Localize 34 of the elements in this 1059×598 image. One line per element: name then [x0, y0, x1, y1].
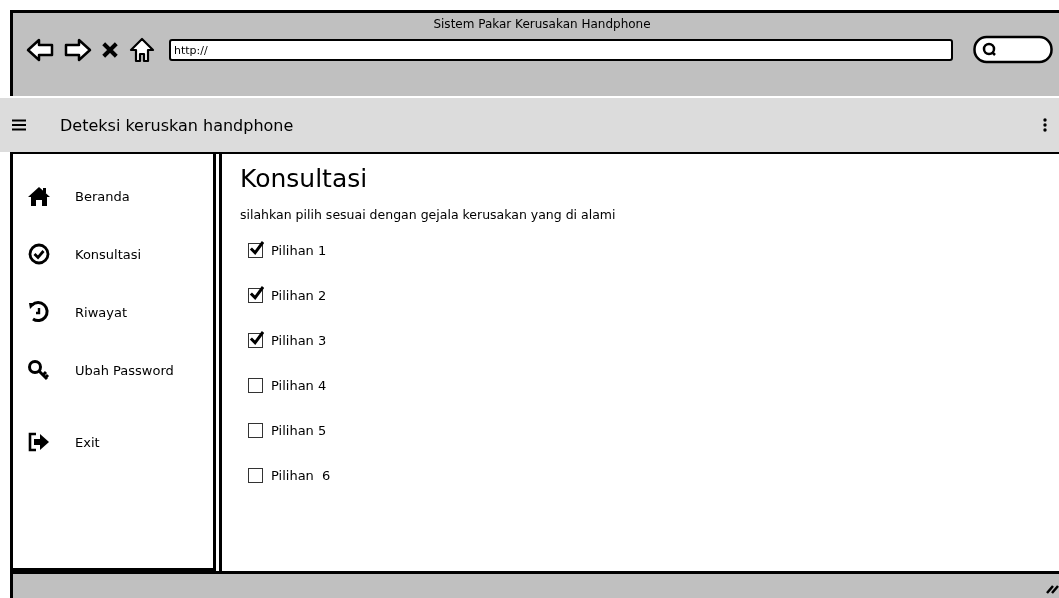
checkbox-option[interactable]: Pilihan 3 [240, 330, 327, 350]
sidebar-item[interactable]: Beranda [13, 182, 213, 210]
checkbox-option[interactable]: Pilihan 2 [240, 285, 327, 305]
home-icon[interactable] [127, 37, 157, 63]
checkbox[interactable] [248, 422, 263, 438]
check-circle-icon [27, 242, 51, 266]
close-icon[interactable] [101, 41, 119, 59]
window-title: Sistem Pakar Kerusakan Handphone [432, 17, 652, 31]
address-field[interactable]: http:// [169, 39, 953, 61]
checkbox[interactable] [248, 332, 263, 348]
menu-icon[interactable] [12, 119, 26, 131]
checkbox[interactable] [248, 467, 263, 483]
exit-icon [27, 430, 51, 454]
key-icon [27, 358, 51, 382]
app-title: Deteksi keruskan handphone [60, 115, 295, 135]
checkbox[interactable] [248, 287, 263, 303]
checkbox[interactable] [248, 242, 263, 258]
checkbox-option[interactable]: Pilihan 5 [240, 420, 327, 440]
checkbox-option[interactable]: Pilihan 1 [240, 240, 327, 260]
sidebar-item[interactable]: Konsultasi [13, 240, 213, 268]
sidebar-item[interactable]: Ubah Password [13, 356, 213, 384]
checkbox[interactable] [248, 377, 263, 393]
home-icon [27, 184, 51, 208]
checkbox-option[interactable]: Pilihan 6 [240, 465, 331, 485]
back-icon[interactable] [25, 37, 55, 63]
forward-icon[interactable] [63, 37, 93, 63]
more-icon[interactable] [1043, 118, 1047, 132]
page-heading: Konsultasi [240, 164, 369, 193]
sidebar-item[interactable]: Exit [13, 428, 213, 456]
sidebar-item[interactable]: Riwayat [13, 298, 213, 326]
instruction-text: silahkan pilih sesuai dengan gejala kerusakan yang di alami [240, 207, 617, 222]
search-field[interactable] [973, 35, 1053, 65]
checkbox-option[interactable]: Pilihan 4 [240, 375, 327, 395]
history-icon [27, 300, 51, 324]
